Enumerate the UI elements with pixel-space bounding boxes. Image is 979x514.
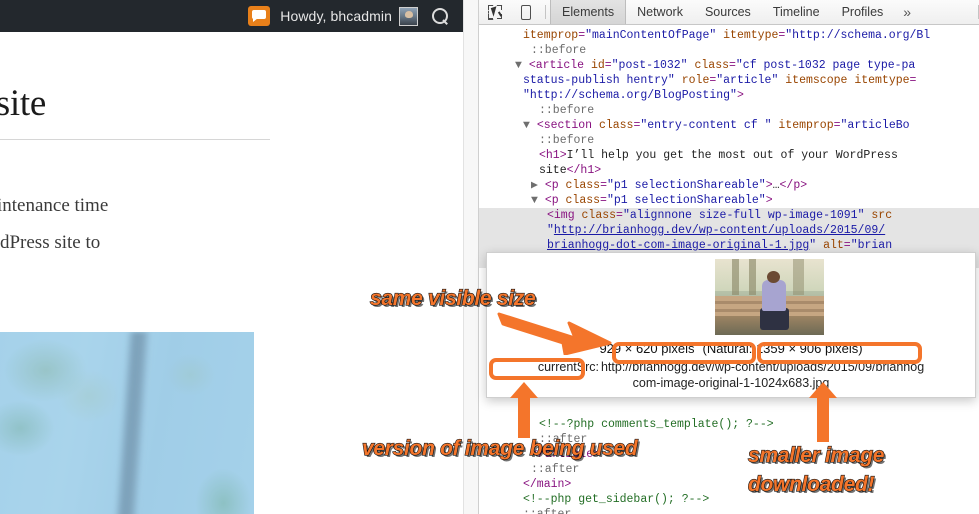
tab-elements[interactable]: Elements [550,0,627,24]
rendered-size-text: 929 × 620 pixels [599,340,695,356]
dom-tree-line[interactable]: ::before [479,43,979,58]
image-preview-thumbnail [715,259,824,335]
device-toolbar-icon [520,4,531,20]
currentsrc-label: currentSrc: [537,360,599,374]
browser-page-viewport: Howdy, bhcadmin rdPress site ng maintena… [0,0,463,514]
wordpress-admin-bar: Howdy, bhcadmin [0,0,463,32]
devtools-element-highlight-overlay [0,332,254,514]
devtools-tab-bar: Elements Network Sources Timeline Profil… [550,0,976,24]
hero-image-highlighted[interactable] [0,332,254,514]
howdy-greeting[interactable]: Howdy, bhcadmin [280,8,392,24]
toggle-device-toolbar-button[interactable] [510,0,541,24]
page-title: rdPress site [0,83,46,124]
dom-tree-line[interactable]: ▼ <p class="p1 selectionShareable"> [479,193,979,208]
dom-tree-line[interactable]: "http://brianhogg.dev/wp-content/uploads… [479,223,979,238]
dom-tree-line[interactable]: </article> [479,447,979,462]
dom-tree-line[interactable]: itemprop="mainContentOfPage" itemtype="h… [479,28,979,43]
inspect-element-icon [487,5,502,19]
body-text-line-2: our WordPress site to [0,232,101,253]
toolbar-separator [545,5,546,19]
dom-tree-line[interactable]: <!--?php comments_template(); ?--> [479,417,979,432]
image-dimensions-row: 929 × 620 pixels (Natural: 1359 × 906 pi… [487,337,975,359]
natural-size-text: (Natural: 1359 × 906 pixels) [702,340,863,356]
more-tabs-chevron-icon[interactable]: » [894,0,920,24]
browser-scrollbar[interactable] [463,0,939,514]
tab-timeline[interactable]: Timeline [762,0,831,24]
avatar[interactable] [399,6,418,26]
currentsrc-url-line-1: http://brianhogg.dev/wp-content/uploads/… [600,360,925,374]
dom-tree-line[interactable]: ::after [479,432,979,447]
dom-tree-line[interactable]: <img class="alignnone size-full wp-image… [479,208,979,223]
dom-tree-line[interactable]: ::before [479,103,979,118]
dom-tree-line[interactable]: ::after [479,462,979,477]
tab-network[interactable]: Network [626,0,694,24]
image-preview-tooltip: 929 × 620 pixels (Natural: 1359 × 906 pi… [486,252,976,398]
search-icon[interactable] [432,7,449,25]
dom-tree-line[interactable]: </main> [479,477,979,492]
page-content: rdPress site ng maintenance time our Wor… [0,32,463,514]
dom-tree-line[interactable]: brianhogg-dot-com-image-original-1.jpg" … [479,238,979,253]
currentsrc-url-line-2: com-image-original-1-1024x683.jpg [632,376,830,390]
tab-sources[interactable]: Sources [694,0,762,24]
dom-tree-lines-bottom: <!--?php comments_template(); ?-->::afte… [479,417,979,514]
dom-tree-line[interactable]: ::before [479,133,979,148]
body-text-line-1: ng maintenance time [0,195,109,216]
dom-tree-line[interactable]: ▼ <section class="entry-content cf " ite… [479,118,979,133]
inspect-element-button[interactable] [479,0,510,24]
currentsrc-row: currentSrc: http://brianhogg.dev/wp-conte… [487,359,975,391]
devtools-toolbar: Elements Network Sources Timeline Profil… [479,0,979,25]
dom-tree-line[interactable]: <h1>I’ll help you get the most out of yo… [479,148,979,163]
dom-tree-line[interactable]: status-publish hentry" role="article" it… [479,73,979,88]
dom-tree-line[interactable]: ::after [479,507,979,514]
dom-tree-line[interactable]: ▶ <p class="p1 selectionShareable">…</p> [479,178,979,193]
dom-tree-line[interactable]: site</h1> [479,163,979,178]
title-divider [0,139,270,140]
comment-bubble-icon[interactable] [248,6,271,26]
devtools-panel: Elements Network Sources Timeline Profil… [478,0,979,514]
dom-tree-line[interactable]: <!--php get_sidebar(); ?--> [479,492,979,507]
dom-tree-line[interactable]: "http://schema.org/BlogPosting"> [479,88,979,103]
dom-tree-lines: itemprop="mainContentOfPage" itemtype="h… [479,28,979,268]
dom-tree-line[interactable]: ▼ <article id="post-1032" class="cf post… [479,58,979,73]
tab-profiles[interactable]: Profiles [831,0,895,24]
